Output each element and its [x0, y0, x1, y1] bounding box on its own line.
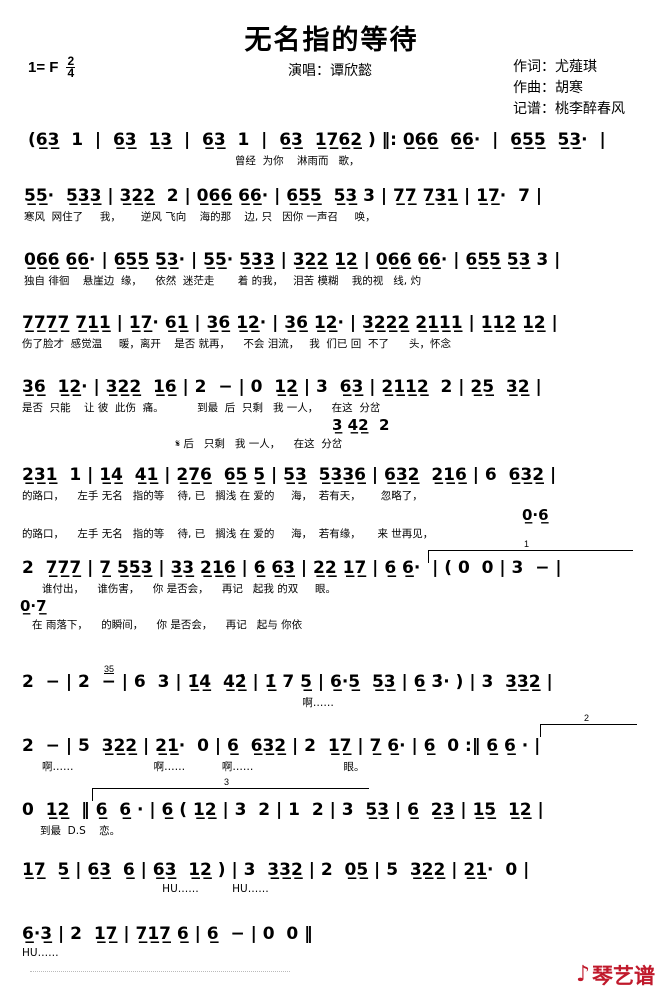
second-ending-label: 2: [581, 713, 593, 723]
site-watermark: ♪ 琴艺谱: [576, 960, 655, 990]
stave-lyrics: 啊……: [22, 697, 334, 709]
stave-lyrics: 伤了脸才 感觉温 暖，离开 是否 就再， 不会 泪流， 我 们已 回 不了 头，…: [22, 338, 451, 350]
stave-11: 1̲7̲ 5̲ | 6̲3̲ 6̲ | 6̲3̲ 1̲2̲ ) | 3 3̲3̲…: [0, 860, 663, 895]
second-ending-bracket: 2: [540, 713, 637, 737]
stave-notes: 2 − | 5 3̲2̲2̲ | 2̲1̲· 0 | 6̲ 6̲3̲2̲ | 2…: [22, 736, 541, 756]
stave-notes: 6̲·3̲ | 2 1̲7̲ | 7̲1̲7̲ 6̲ | 6̲ − | 0 0 …: [22, 924, 313, 944]
stave-lyrics: 寒风 网住了 我， 逆风 飞向 海的那 边, 只 因你 一声召 唤，: [24, 211, 376, 223]
stave-lyrics: 谁付出， 谁伤害， 你 是否会， 再记 起我 的双 眼。: [22, 583, 336, 595]
stave-notes: 3̲6̲ 1̲2̲· | 3̲2̲2̲ 1̲6̲ | 2 − | 0 1̲2̲ …: [22, 377, 542, 397]
stave-8: 35 2 − | 2 − | 6 3 | 1̲̇4̲ 4̲2̲̇ | 1̲̇ 7…: [0, 664, 663, 710]
watermark-text: 琴艺谱: [592, 964, 655, 988]
sheet-music-page: 无名指的等待 1= F 2 4 演唱：谭欣懿 作词：尤薤琪 作曲：胡寒 记谱：桃…: [0, 0, 663, 996]
grace-note: 35: [104, 664, 115, 674]
stave-lyrics: 独自 徘徊 悬崖边 缘， 依然 迷茫走 着 的我， 泪苦 模糊 我的视 线, 灼: [24, 275, 421, 287]
stave-2: 5̲5̲· 5̲3̲3̲ | 3̲2̲2̲ 2 | 0̲6̲6̲ 6̲6̲· |…: [0, 186, 663, 224]
stave-notes: 1̲7̲ 5̲ | 6̲3̲ 6̲ | 6̲3̲ 1̲2̲ ) | 3 3̲3̲…: [22, 860, 530, 880]
credits-block: 作词：尤薤琪 作曲：胡寒 记谱：桃李醉春风: [513, 57, 625, 120]
stave-4: 7̲7̲7̲7̲ 7̲1̲1̲ | 1̲7̲· 6̲1̲ | 3̲6̲ 1̲2̲…: [0, 313, 663, 351]
stave-6: 2̲3̲1̲ 1 | 1̲4̲ 4̲1̲ | 2̲7̲6̲ 6̲5̲ 5̲ | …: [0, 465, 663, 541]
stave-lyrics: 曾经 为你 淋雨而 歌，: [28, 155, 360, 167]
singer-credit: 演唱：谭欣懿: [288, 63, 372, 79]
stave-7: 1 2 7̲7̲7̲ | 7̲ 5̲5̲3̲ | 3̲3̲ 2̲1̲6̲ | 6…: [0, 539, 663, 632]
stave-notes: 0̲6̲6̲ 6̲6̲· | 6̲5̲5̲ 5̲3̲· | 5̲5̲· 5̲3̲…: [24, 250, 561, 270]
page-title: 无名指的等待: [244, 25, 419, 56]
stave-12: 6̲·3̲ | 2 1̲7̲ | 7̲1̲7̲ 6̲ | 6̲ − | 0 0 …: [0, 924, 663, 959]
stave-alt-notes: 0̲·7̲: [20, 597, 47, 615]
first-ending-bracket: 1: [428, 539, 633, 563]
transcriber-credit: 记谱：桃李醉春风: [513, 101, 625, 117]
stave-lyrics-alt: 𝄋 后 只剩 我 一人， 在这 分岔: [22, 438, 343, 450]
key-signature: 1= F 2 4: [28, 55, 76, 81]
first-ending-label: 1: [521, 539, 533, 549]
stave-9: 2 2 − | 5 3̲2̲2̲ | 2̲1̲· 0 | 6̲ 6̲3̲2̲ |…: [0, 713, 663, 774]
lyricist-credit: 作词：尤薤琪: [513, 59, 597, 75]
stave-lyrics: 到最 D.S 恋。: [40, 825, 121, 837]
stave-notes: 5̲5̲· 5̲3̲3̲ | 3̲2̲2̲ 2 | 0̲6̲6̲ 6̲6̲· |…: [24, 186, 543, 206]
stave-notes: 2̲3̲1̲ 1 | 1̲4̲ 4̲1̲ | 2̲7̲6̲ 6̲5̲ 5̲ | …: [22, 465, 557, 485]
third-ending-label: 3: [221, 777, 233, 787]
stave-lyrics-alt: 在 雨落下， 的瞬间， 你 是否会， 再记 起与 你依: [22, 619, 303, 631]
stave-5: 3̲6̲ 1̲2̲· | 3̲2̲2̲ 1̲6̲ | 2 − | 0 1̲2̲ …: [0, 377, 663, 451]
stave-lyrics: 啊…… 啊…… 啊…… 眼。: [22, 761, 365, 773]
key-label: 1= F: [28, 59, 59, 77]
stave-1: (6̲3̲ 1 | 6̲3̲ 1̲3̲ | 6̲3̲ 1 | 6̲3̲ 1̲7̲…: [0, 130, 663, 168]
stave-notes: (6̲3̲ 1 | 6̲3̲ 1̲3̲ | 6̲3̲ 1 | 6̲3̲ 1̲7̲…: [28, 130, 606, 150]
stave-3: 0̲6̲6̲ 6̲6̲· | 6̲5̲5̲ 5̲3̲· | 5̲5̲· 5̲3̲…: [0, 250, 663, 288]
stave-lyrics-alt: 的路口， 左手 无名 指的等 待, 已 搁浅 在 爱的 海， 若有缘， 来 世再…: [22, 528, 434, 540]
composer-credit: 作曲：胡寒: [513, 80, 583, 96]
stave-lyrics: 是否 只能 让 彼 此伤 痛。 到最 后 只剩 我 一人， 在这 分岔: [22, 402, 381, 414]
stave-10: 3 0 1̲2̲ ‖ 6̲ 6̲ · | 6̲ ( 1̲2̲ | 3 2 | 1…: [0, 777, 663, 838]
stave-notes: 0 1̲2̲ ‖ 6̲ 6̲ · | 6̲ ( 1̲2̲ | 3 2 | 1 2…: [22, 800, 544, 820]
stave-notes: 2 − | 2 − | 6 3 | 1̲̇4̲ 4̲2̲̇ | 1̲̇ 7 5̲…: [22, 672, 553, 692]
stave-alt-notes: 3̲ 4̲2̲ 2: [332, 416, 390, 434]
stave-lyrics: HU……: [22, 947, 59, 959]
page-divider: [30, 970, 290, 972]
stave-notes: 7̲7̲7̲7̲ 7̲1̲1̲ | 1̲7̲· 6̲1̲ | 3̲6̲ 1̲2̲…: [22, 313, 558, 333]
stave-lyrics: HU…… HU……: [22, 883, 269, 895]
time-denominator: 4: [67, 66, 75, 81]
time-signature: 2 4: [66, 55, 76, 81]
stave-alt-notes: 0̲·6̲: [522, 506, 549, 524]
music-note-icon: ♪: [575, 962, 590, 987]
third-ending-bracket: 3: [92, 777, 369, 801]
stave-lyrics: 的路口， 左手 无名 指的等 待, 已 搁浅 在 爱的 海， 若有天， 忽略了，: [22, 490, 423, 502]
